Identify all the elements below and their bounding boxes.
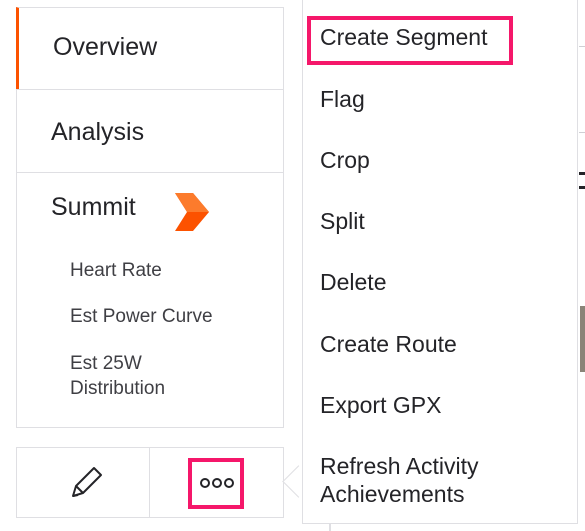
menu-item-delete[interactable]: Delete <box>320 268 386 296</box>
sidebar-item-label: Analysis <box>51 118 145 146</box>
sidebar-item-overview[interactable]: Overview <box>16 7 284 90</box>
summit-chevron-icon <box>173 193 209 231</box>
sidebar-section-summit: Summit Heart Rate Est Power Curve Est 25… <box>16 172 284 428</box>
background-content <box>579 0 585 531</box>
action-divider <box>149 448 150 517</box>
edit-button[interactable] <box>17 448 149 517</box>
sidebar-subitem-power-curve[interactable]: Est Power Curve <box>70 305 270 329</box>
sidebar-subitem-heart-rate[interactable]: Heart Rate <box>70 259 270 283</box>
pencil-icon <box>72 467 102 497</box>
sidebar-item-analysis[interactable]: Analysis <box>16 89 284 173</box>
menu-item-create-segment[interactable]: Create Segment <box>320 23 487 51</box>
more-horizontal-icon <box>200 478 234 488</box>
sidebar-subitem-25w-distribution[interactable]: Est 25W Distribution <box>70 351 200 401</box>
background-divider <box>329 524 331 531</box>
background-divider <box>579 186 585 189</box>
menu-item-export-gpx[interactable]: Export GPX <box>320 391 441 419</box>
sidebar-item-label: Overview <box>53 33 158 61</box>
menu-item-crop[interactable]: Crop <box>320 146 370 174</box>
more-actions-menu: Create Segment Flag Crop Split Delete Cr… <box>302 0 578 524</box>
menu-item-split[interactable]: Split <box>320 207 365 235</box>
menu-item-create-route[interactable]: Create Route <box>320 330 457 358</box>
background-divider <box>579 132 585 133</box>
action-bar <box>16 447 284 518</box>
menu-item-flag[interactable]: Flag <box>320 85 365 113</box>
activity-page: Overview Analysis Summit Heart Rate Est … <box>0 0 585 531</box>
menu-item-refresh-achievements[interactable]: Refresh Activity Achievements <box>320 452 520 508</box>
background-divider <box>579 172 585 175</box>
background-photo <box>580 306 585 372</box>
sidebar-section-label: Summit <box>51 193 136 221</box>
more-actions-button[interactable] <box>188 458 244 509</box>
background-divider <box>579 46 585 47</box>
summit-sub-list: Heart Rate Est Power Curve Est 25W Distr… <box>70 259 270 423</box>
